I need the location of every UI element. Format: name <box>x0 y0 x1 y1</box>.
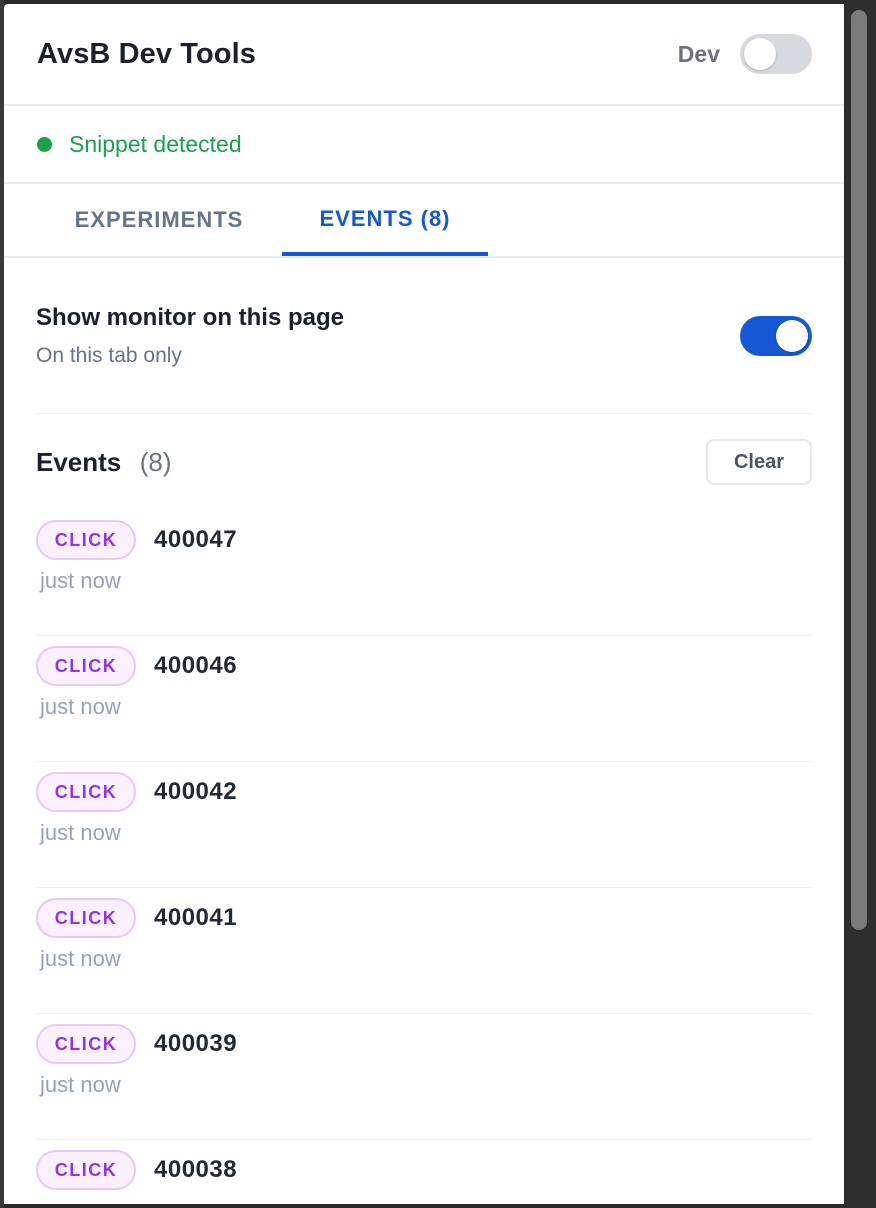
events-title: Events <box>36 446 122 477</box>
event-time: just now <box>40 694 121 719</box>
event-time: just now <box>40 568 121 593</box>
snippet-status: Snippet detected <box>4 106 844 184</box>
event-id: 400047 <box>154 526 238 553</box>
event-type-badge: CLICK <box>36 898 136 938</box>
dev-mode-toggle[interactable] <box>740 34 812 74</box>
monitor-subtitle: On this tab only <box>36 343 182 367</box>
event-time: just now <box>40 820 121 845</box>
event-id: 400039 <box>154 1030 238 1057</box>
toggle-knob <box>744 38 776 70</box>
devtools-panel: AvsB Dev Tools Dev Snippet detected EXPE… <box>4 4 844 1204</box>
event-item[interactable]: CLICK 400042 just now <box>36 762 812 888</box>
scrollbar-thumb[interactable] <box>851 10 867 930</box>
clear-button[interactable]: Clear <box>706 439 812 485</box>
dev-label: Dev <box>677 40 720 67</box>
events-heading: Events (8) <box>36 447 172 478</box>
event-type-badge: CLICK <box>36 1150 136 1190</box>
tab-events[interactable]: EVENTS (8) <box>282 184 488 256</box>
events-header: Events (8) Clear <box>36 414 812 510</box>
event-time: just now <box>40 946 121 971</box>
events-count: (8) <box>139 446 172 477</box>
event-id: 400042 <box>154 778 238 805</box>
event-time: just now <box>40 1072 121 1097</box>
event-item[interactable]: CLICK 400047 just now <box>36 510 812 636</box>
events-list: CLICK 400047 just now CLICK 400046 just … <box>36 510 812 1204</box>
monitor-toggle[interactable] <box>740 315 812 356</box>
status-text: Snippet detected <box>69 130 242 157</box>
event-type-badge: CLICK <box>36 772 136 812</box>
panel-header: AvsB Dev Tools Dev <box>4 4 844 106</box>
toggle-knob <box>776 319 808 352</box>
event-id: 400046 <box>154 652 238 679</box>
event-item[interactable]: CLICK 400041 just now <box>36 888 812 1014</box>
tab-experiments[interactable]: EXPERIMENTS <box>4 184 314 256</box>
event-item[interactable]: CLICK 400039 just now <box>36 1014 812 1140</box>
dev-mode-control: Dev <box>678 34 812 74</box>
event-item[interactable]: CLICK 400046 just now <box>36 636 812 762</box>
monitor-text: Show monitor on this page On this tab on… <box>36 304 344 368</box>
app-title: AvsB Dev Tools <box>37 37 256 70</box>
events-tab-content: Show monitor on this page On this tab on… <box>4 258 844 1204</box>
event-type-badge: CLICK <box>36 646 136 686</box>
event-type-badge: CLICK <box>36 1024 136 1064</box>
status-dot-icon <box>37 136 52 152</box>
monitor-setting: Show monitor on this page On this tab on… <box>36 258 812 414</box>
event-id: 400038 <box>154 1156 238 1183</box>
tab-bar: EXPERIMENTS EVENTS (8) <box>4 184 844 258</box>
event-item[interactable]: CLICK 400038 <box>36 1140 812 1204</box>
monitor-title: Show monitor on this page <box>36 303 344 331</box>
event-type-badge: CLICK <box>36 520 136 560</box>
event-id: 400041 <box>154 904 238 931</box>
